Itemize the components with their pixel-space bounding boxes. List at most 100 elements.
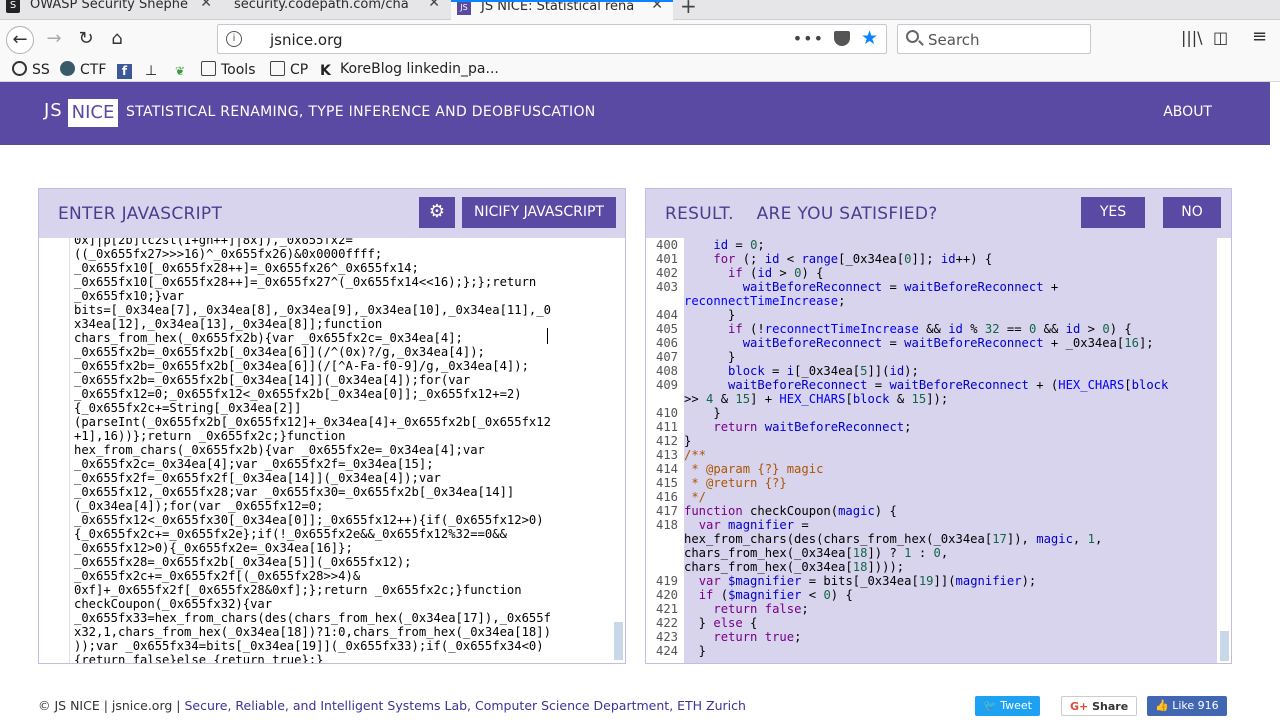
result-code-line[interactable]: return true; (684, 630, 801, 644)
result-code-line[interactable]: >> 4 & 15] + HEX_CHARS[block & 15]); (684, 392, 948, 406)
bookmark-ctf[interactable]: CTF (60, 61, 106, 78)
result-code-line[interactable]: } (684, 406, 720, 420)
result-code-line[interactable]: } (684, 644, 706, 658)
close-tab-icon[interactable]: ✕ (651, 2, 663, 12)
tab-jsnice[interactable]: JS JS NICE: Statistical rena ✕ (451, 0, 673, 20)
input-code-line[interactable]: _0x655fx2c=_0x34ea[4];var _0x655fx2f=_0x… (74, 457, 611, 471)
input-code-line[interactable]: (_0x34ea[4]);for(var _0x655fx12=0; (74, 499, 611, 513)
result-code-line[interactable]: for (; id < range[_0x34ea[0]]; id++) { (684, 252, 992, 266)
nicify-javascript-button[interactable]: NICIFY JAVASCRIPT (462, 197, 616, 228)
address-bar[interactable]: i jsnice.org ••• ★ (217, 24, 887, 54)
back-button[interactable]: ← (6, 26, 34, 54)
input-code-line[interactable]: _0x655fx2f=_0x655fx2f[_0x34ea[14]](_0x34… (74, 471, 611, 485)
input-code-line[interactable]: _0x655fx28=_0x655fx2b[_0x34ea[5]](_0x655… (74, 555, 611, 569)
input-code-line[interactable]: _0x655fx12=0;_0x655fx12<_0x655fx2b[_0x34… (74, 387, 611, 401)
site-info-icon[interactable]: i (226, 31, 242, 47)
result-code-line[interactable]: block = i[_0x34ea[5]](id); (684, 364, 919, 378)
yes-button[interactable]: YES (1081, 197, 1145, 228)
result-code-line[interactable]: if (id > 0) { (684, 266, 823, 280)
result-code-line[interactable]: var magnifier = (684, 518, 809, 532)
home-button[interactable]: ⌂ (103, 26, 131, 54)
result-code-line[interactable]: chars_from_hex(_0x34ea[18]) ? 1 : 0, (684, 546, 948, 560)
url-text[interactable]: jsnice.org (270, 31, 343, 49)
close-tab-icon[interactable]: ✕ (200, 0, 212, 10)
result-code-line[interactable]: * @param {?} magic (684, 462, 823, 476)
result-code-line[interactable]: id = 0; (684, 238, 764, 252)
bookmark-tool[interactable]: ⊥ (145, 61, 165, 79)
result-code-line[interactable]: return waitBeforeReconnect; (684, 420, 911, 434)
bookmark-facebook[interactable]: f (117, 61, 137, 79)
result-code-line[interactable]: } (684, 434, 691, 448)
no-button[interactable]: NO (1163, 197, 1221, 228)
result-code-line[interactable]: chars_from_hex(_0x34ea[18]))); (684, 560, 904, 574)
tab-codepath[interactable]: security.codepath.com/cha ✕ (222, 0, 450, 20)
result-code-line[interactable]: } (684, 350, 735, 364)
input-code-line[interactable]: _0x655fx2b=_0x655fx2b[_0x34ea[6]](/^(0x)… (74, 345, 611, 359)
input-code-line[interactable]: hex_from_chars(_0x655fx2b){var _0x655fx2… (74, 443, 611, 457)
input-code-line[interactable]: {_0x655fx2c+=String[_0x34ea[2]] (74, 401, 611, 415)
sidebar-toggle-icon[interactable]: ◫ (1213, 28, 1228, 47)
tweet-button[interactable]: 🐦 Tweet (975, 696, 1040, 716)
lab-link[interactable]: Secure, Reliable, and Intelligent System… (184, 698, 745, 713)
search-input[interactable]: Search (897, 24, 1091, 54)
settings-button[interactable]: ⚙ (419, 197, 455, 228)
menu-hamburger-icon[interactable]: ≡ (1252, 26, 1267, 47)
input-code-line[interactable]: {_0x655fx2c+=_0x655fx2e};if(!_0x655fx2e&… (74, 527, 611, 541)
input-code-line[interactable]: 0x]|p[2b]tc2st(I+gh++]|8x]),_0x655fx2= (74, 238, 611, 247)
forward-button[interactable]: → (40, 26, 68, 54)
close-tab-icon[interactable]: ✕ (428, 0, 440, 10)
input-code-line[interactable]: bits=[_0x34ea[7],_0x34ea[8],_0x34ea[9],_… (74, 303, 611, 317)
reload-button[interactable]: ↻ (72, 26, 100, 54)
input-code-line[interactable]: +1],16))};return _0x655fx2c;}function (74, 429, 611, 443)
input-code-line[interactable]: _0x655fx2b=_0x655fx2b[_0x34ea[6]](/[^A-F… (74, 359, 611, 373)
result-scrollbar-thumb[interactable] (1220, 631, 1229, 661)
result-code-line[interactable]: * @return {?} (684, 476, 786, 490)
result-scrollbar-track[interactable] (1217, 238, 1231, 663)
input-scrollbar-thumb[interactable] (614, 622, 623, 660)
result-code-line[interactable]: var $magnifier = bits[_0x34ea[19]](magni… (684, 574, 1037, 588)
input-code-line[interactable]: x32,1,chars_from_hex(_0x34ea[18])?1:0,ch… (74, 625, 611, 639)
bookmark-leaf[interactable]: ❦ (175, 61, 195, 79)
input-code-line[interactable]: 0xf]+_0x655fx2f[_0x655fx28&0xf];};return… (74, 583, 611, 597)
input-code-line[interactable]: _0x655fx12,_0x655fx28;var _0x655fx30=_0x… (74, 485, 611, 499)
input-code-line[interactable]: _0x655fx2b=_0x655fx2b[_0x34ea[14]](_0x34… (74, 373, 611, 387)
input-code-line[interactable]: ));var _0x655fx34=bits[_0x34ea[19]](_0x6… (74, 639, 611, 653)
result-code-line[interactable]: function checkCoupon(magic) { (684, 504, 897, 518)
bookmark-star-icon[interactable]: ★ (861, 27, 878, 49)
tab-owasp[interactable]: S OWASP Security Shephe ✕ (0, 0, 222, 20)
logo-nice[interactable]: NICE (68, 99, 118, 127)
input-code-line[interactable]: _0x655fx12<_0x655fx30[_0x34ea[0]];_0x655… (74, 513, 611, 527)
new-tab-icon[interactable]: + (680, 0, 697, 18)
input-code-line[interactable]: checkCoupon(_0x655fx32){var (74, 597, 611, 611)
result-code-line[interactable]: hex_from_chars(des(chars_from_hex(_0x34e… (684, 532, 1102, 546)
input-code-line[interactable]: _0x655fx10;}var (74, 289, 611, 303)
bookmark-ss[interactable]: SS (12, 61, 50, 78)
result-code-line[interactable]: if (!reconnectTimeIncrease && id % 32 ==… (684, 322, 1132, 336)
input-code-line[interactable]: ((_0x655fx27>>>16)^_0x655fx26)&0x0000fff… (74, 247, 611, 261)
bookmark-folder-cp[interactable]: CP (270, 61, 308, 78)
pocket-icon[interactable] (834, 31, 850, 46)
result-code-line[interactable]: } else { (684, 616, 758, 630)
input-code-line[interactable]: _0x655fx10[_0x655fx28++]=_0x655fx26^_0x6… (74, 261, 611, 275)
input-code-line[interactable]: _0x655fx33=hex_from_chars(des(chars_from… (74, 611, 611, 625)
result-code-line[interactable]: waitBeforeReconnect = waitBeforeReconnec… (684, 280, 1059, 294)
javascript-input-code[interactable]: 0x]|p[2b]tc2st(I+gh++]|8x]),_0x655fx2=((… (74, 238, 611, 663)
result-code-line[interactable]: waitBeforeReconnect = waitBeforeReconnec… (684, 378, 1168, 392)
result-code[interactable]: id = 0; for (; id < range[_0x34ea[0]]; i… (684, 238, 1217, 663)
library-icon[interactable]: |||\ (1181, 28, 1203, 47)
result-code-line[interactable]: return false; (684, 602, 808, 616)
input-code-line[interactable]: _0x655fx2c+=_0x655fx2f[(_0x655fx28>>4)& (74, 569, 611, 583)
result-code-line[interactable]: if ($magnifier < 0) { (684, 588, 853, 602)
page-actions-icon[interactable]: ••• (793, 29, 824, 48)
logo-js[interactable]: JS (44, 100, 63, 121)
about-link[interactable]: ABOUT (1163, 104, 1212, 120)
bookmark-koreblog[interactable]: K KoreBlog linkedin_pa... (320, 61, 499, 79)
result-code-line[interactable]: */ (684, 490, 706, 504)
input-code-line[interactable]: _0x655fx10[_0x655fx28++]=_0x655fx27^(_0x… (74, 275, 611, 289)
javascript-input-editor[interactable]: 0x]|p[2b]tc2st(I+gh++]|8x]),_0x655fx2=((… (39, 238, 625, 663)
input-code-line[interactable]: x34ea[12],_0x34ea[13],_0x34ea[8]];functi… (74, 317, 611, 331)
input-code-line[interactable]: _0x655fx12>0){_0x655fx2e=_0x34ea[16]}; (74, 541, 611, 555)
share-button[interactable]: G+ Share (1061, 696, 1138, 716)
input-code-line[interactable]: (parseInt(_0x655fx2b[_0x655fx12]+_0x34ea… (74, 415, 611, 429)
result-editor[interactable]: 400 401 402 403 404 405 406 407 408 409 410 411 412 4… (646, 238, 1231, 663)
